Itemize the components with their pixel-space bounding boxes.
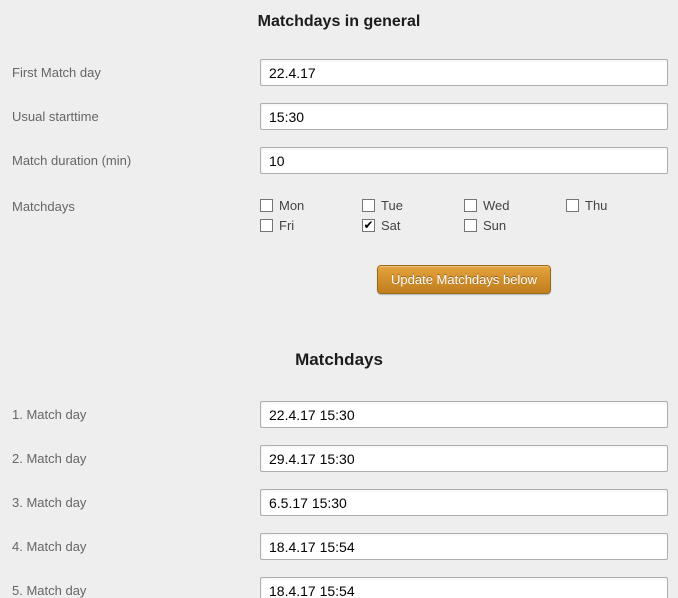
first-match-day-input[interactable] bbox=[260, 59, 668, 86]
general-section-title: Matchdays in general bbox=[0, 0, 678, 31]
checkbox-mon-icon[interactable] bbox=[260, 199, 273, 212]
match-day-1-input[interactable] bbox=[260, 401, 668, 428]
weekday-label-mon: Mon bbox=[279, 198, 304, 213]
weekday-item-mon[interactable]: Mon bbox=[260, 198, 362, 213]
checkbox-fri-icon[interactable] bbox=[260, 219, 273, 232]
match-day-5-label: 5. Match day bbox=[12, 583, 260, 598]
update-button-row: Update Matchdays below bbox=[260, 265, 668, 294]
checkbox-thu-icon[interactable] bbox=[566, 199, 579, 212]
weekday-item-sun[interactable]: Sun bbox=[464, 218, 566, 233]
first-match-day-row: First Match day bbox=[12, 59, 668, 86]
match-duration-input[interactable] bbox=[260, 147, 668, 174]
match-day-4-input[interactable] bbox=[260, 533, 668, 560]
weekday-item-wed[interactable]: Wed bbox=[464, 198, 566, 213]
usual-starttime-input[interactable] bbox=[260, 103, 668, 130]
checkbox-sat-icon[interactable] bbox=[362, 219, 375, 232]
first-match-day-label: First Match day bbox=[12, 65, 260, 80]
weekday-checkbox-group: Mon Tue Wed Thu Fri Sat bbox=[260, 198, 668, 238]
match-day-3-input[interactable] bbox=[260, 489, 668, 516]
match-day-5-row: 5. Match day bbox=[12, 577, 668, 598]
checkbox-sun-icon[interactable] bbox=[464, 219, 477, 232]
matchdays-weekdays-row: Matchdays Mon Tue Wed Thu Fri bbox=[12, 198, 668, 238]
weekday-item-thu[interactable]: Thu bbox=[566, 198, 668, 213]
matchdays-label: Matchdays bbox=[12, 198, 260, 214]
match-day-4-label: 4. Match day bbox=[12, 539, 260, 554]
weekday-item-sat[interactable]: Sat bbox=[362, 218, 464, 233]
match-day-2-label: 2. Match day bbox=[12, 451, 260, 466]
match-day-1-label: 1. Match day bbox=[12, 407, 260, 422]
usual-starttime-row: Usual starttime bbox=[12, 103, 668, 130]
weekday-label-wed: Wed bbox=[483, 198, 510, 213]
update-matchdays-button[interactable]: Update Matchdays below bbox=[377, 265, 551, 294]
match-duration-label: Match duration (min) bbox=[12, 153, 260, 168]
match-day-2-row: 2. Match day bbox=[12, 445, 668, 472]
weekday-item-tue[interactable]: Tue bbox=[362, 198, 464, 213]
match-day-2-input[interactable] bbox=[260, 445, 668, 472]
matchday-list: 1. Match day 2. Match day 3. Match day 4… bbox=[0, 401, 678, 598]
usual-starttime-label: Usual starttime bbox=[12, 109, 260, 124]
weekday-label-tue: Tue bbox=[381, 198, 403, 213]
match-day-4-row: 4. Match day bbox=[12, 533, 668, 560]
match-day-5-input[interactable] bbox=[260, 577, 668, 598]
weekday-label-fri: Fri bbox=[279, 218, 294, 233]
matchdays-section-title: Matchdays bbox=[0, 350, 678, 370]
match-day-3-label: 3. Match day bbox=[12, 495, 260, 510]
matchdays-page: Matchdays in general First Match day Usu… bbox=[0, 0, 678, 598]
weekday-label-sun: Sun bbox=[483, 218, 506, 233]
match-day-3-row: 3. Match day bbox=[12, 489, 668, 516]
weekday-label-sat: Sat bbox=[381, 218, 401, 233]
weekday-label-thu: Thu bbox=[585, 198, 607, 213]
checkbox-wed-icon[interactable] bbox=[464, 199, 477, 212]
match-duration-row: Match duration (min) bbox=[12, 147, 668, 174]
match-day-1-row: 1. Match day bbox=[12, 401, 668, 428]
checkbox-tue-icon[interactable] bbox=[362, 199, 375, 212]
weekday-item-fri[interactable]: Fri bbox=[260, 218, 362, 233]
